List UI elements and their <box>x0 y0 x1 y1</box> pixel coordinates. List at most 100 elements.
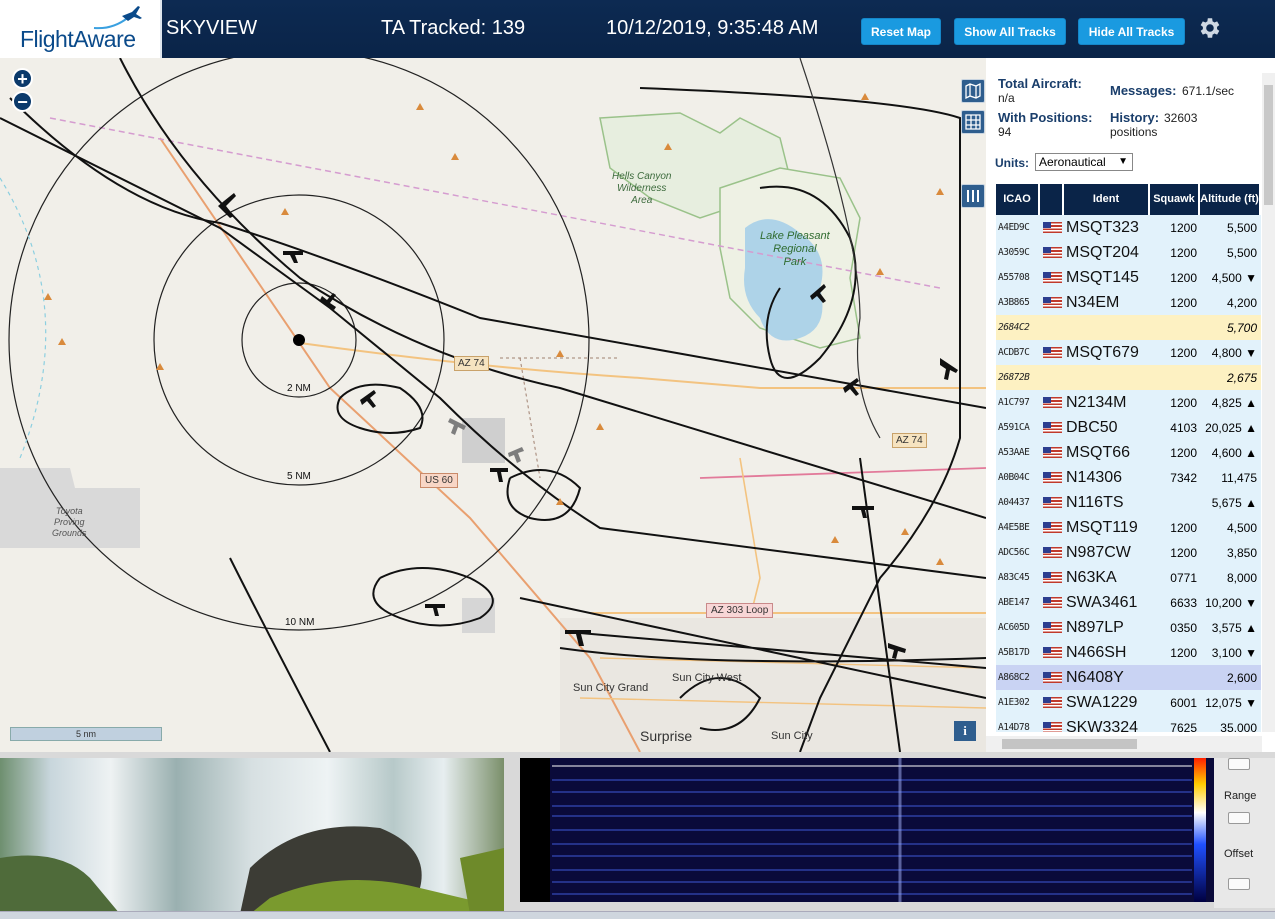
aircraft-panel: Total Aircraft: n/a With Positions: 94 M… <box>986 58 1275 752</box>
map-layers-button[interactable] <box>961 79 985 103</box>
flag-cell <box>1040 622 1064 633</box>
squawk-cell: 4103 <box>1170 420 1197 435</box>
us-flag-icon <box>1042 472 1062 483</box>
aircraft-row[interactable]: ACDB7C MSQT679 1200 4,800 ▼ <box>996 340 1261 365</box>
ident-cell: SKW3324 <box>1066 718 1139 733</box>
with-positions-value: 94 <box>998 125 1012 139</box>
aircraft-row[interactable]: A4ED9C MSQT323 1200 5,500 <box>996 215 1261 240</box>
column-altitude[interactable]: Altitude (ft) <box>1200 184 1261 215</box>
column-icao[interactable]: ICAO <box>996 184 1040 215</box>
spectrogram-margin <box>520 758 550 902</box>
map-info-button[interactable]: i <box>954 721 976 741</box>
altitude-cell: 12,075 ▼ <box>1205 695 1257 710</box>
icao-cell: ABE147 <box>998 597 1030 608</box>
table-vertical-scrollbar[interactable] <box>1262 73 1275 732</box>
total-aircraft-value: n/a <box>998 91 1015 105</box>
aircraft-row[interactable]: AC605D N897LP 0350 3,575 ▲ <box>996 615 1261 640</box>
aircraft-row[interactable]: A868C2 N6408Y 2,600 <box>996 665 1261 690</box>
settings-gear-icon[interactable] <box>1196 15 1222 41</box>
squawk-cell: 7625 <box>1170 720 1197 733</box>
aircraft-row[interactable]: A53AAE MSQT66 1200 4,600 ▲ <box>996 440 1261 465</box>
chevron-down-icon: ▼ <box>1118 156 1128 167</box>
us-flag-icon <box>1042 497 1062 508</box>
altitude-cell: 5,675 ▲ <box>1211 495 1257 510</box>
altitude-cell: 4,825 ▲ <box>1211 395 1257 410</box>
aircraft-row[interactable]: 2684C2 5,700 <box>996 315 1261 340</box>
flag-cell <box>1040 247 1064 258</box>
flag-cell <box>1040 722 1064 732</box>
zoom-out-button[interactable]: − <box>12 91 33 112</box>
squawk-cell: 7342 <box>1170 470 1197 485</box>
squawk-cell: 1200 <box>1170 295 1197 310</box>
icao-cell: A83C45 <box>998 572 1030 583</box>
ident-cell: N14306 <box>1066 468 1123 486</box>
aircraft-row[interactable]: ABE147 SWA3461 6633 10,200 ▼ <box>996 590 1261 615</box>
aircraft-row[interactable]: A3059C MSQT204 1200 5,500 <box>996 240 1261 265</box>
aircraft-row[interactable]: A14D78 SKW3324 7625 35,000 <box>996 715 1261 732</box>
offset-slider[interactable] <box>1228 878 1250 890</box>
icao-cell: A55708 <box>998 272 1030 283</box>
icao-cell: A4ED9C <box>998 222 1030 233</box>
ident-cell: N897LP <box>1066 618 1124 636</box>
us-flag-icon <box>1042 222 1062 233</box>
aircraft-row[interactable]: A1E302 SWA1229 6001 12,075 ▼ <box>996 690 1261 715</box>
map-view[interactable]: Hells Canyon Wilderness Area Lake Pleasa… <box>0 58 986 752</box>
flag-cell <box>1040 572 1064 583</box>
show-all-tracks-button[interactable]: Show All Tracks <box>954 18 1066 45</box>
top-slider[interactable] <box>1228 758 1250 770</box>
sun-city-west-label: Sun City West <box>672 672 742 684</box>
ident-cell: N63KA <box>1066 568 1117 586</box>
hide-all-tracks-button[interactable]: Hide All Tracks <box>1078 18 1185 45</box>
flag-cell <box>1040 672 1064 683</box>
aircraft-row[interactable]: A04437 N116TS 5,675 ▲ <box>996 490 1261 515</box>
squawk-cell: 1200 <box>1170 245 1197 260</box>
ident-cell: N116TS <box>1066 493 1124 511</box>
aircraft-row[interactable]: A591CA DBC50 4103 20,025 ▲ <box>996 415 1261 440</box>
aircraft-row[interactable]: ADC56C N987CW 1200 3,850 <box>996 540 1261 565</box>
hells-canyon-line3: Area <box>631 195 653 206</box>
map-canvas[interactable] <box>0 58 986 752</box>
column-squawk[interactable]: Squawk <box>1150 184 1200 215</box>
aircraft-row[interactable]: A55708 MSQT145 1200 4,500 ▼ <box>996 265 1261 290</box>
aircraft-row[interactable]: A5B17D N466SH 1200 3,100 ▼ <box>996 640 1261 665</box>
column-ident[interactable]: Ident <box>1064 184 1150 215</box>
us-flag-icon <box>1042 672 1062 683</box>
altitude-cell: 4,200 <box>1226 295 1257 310</box>
altitude-cell: 35,000 <box>1220 720 1257 733</box>
toyota-line2: Proving <box>54 517 85 527</box>
reset-map-button[interactable]: Reset Map <box>861 18 941 45</box>
history-label: History: <box>1110 110 1160 125</box>
aircraft-row[interactable]: 26872B 2,675 <box>996 365 1261 390</box>
road-badge-us60: US 60 <box>420 473 458 488</box>
vertical-scroll-thumb[interactable] <box>1264 85 1273 205</box>
aircraft-row[interactable]: A83C45 N63KA 0771 8,000 <box>996 565 1261 590</box>
altitude-cell: 3,575 ▲ <box>1211 620 1257 635</box>
ident-cell: N6408Y <box>1066 668 1124 686</box>
units-select[interactable]: Aeronautical ▼ <box>1035 153 1133 171</box>
toggle-columns-button[interactable] <box>961 184 985 208</box>
map-icon <box>965 83 981 99</box>
column-flag[interactable] <box>1040 184 1064 215</box>
aircraft-row[interactable]: A4E5BE MSQT119 1200 4,500 <box>996 515 1261 540</box>
road-badge-az74: AZ 74 <box>454 356 489 371</box>
aircraft-row[interactable]: A1C797 N2134M 1200 4,825 ▲ <box>996 390 1261 415</box>
flightaware-logo[interactable]: FlightAware <box>0 0 162 58</box>
altitude-cell: 2,675 <box>1226 370 1257 385</box>
altitude-cell: 4,600 ▲ <box>1211 445 1257 460</box>
sun-city-grand-label: Sun City Grand <box>573 682 649 694</box>
icao-cell: A3B865 <box>998 297 1030 308</box>
hells-canyon-label: Hells Canyon Wilderness Area <box>612 171 671 207</box>
aircraft-row[interactable]: A0B04C N14306 7342 11,475 <box>996 465 1261 490</box>
zoom-in-button[interactable]: + <box>12 68 33 89</box>
ident-cell: SWA1229 <box>1066 693 1138 711</box>
ident-cell: N2134M <box>1066 393 1127 411</box>
grid-overlay-button[interactable] <box>961 110 985 134</box>
horizontal-scroll-thumb[interactable] <box>1002 739 1137 749</box>
columns-icon <box>967 190 979 202</box>
aircraft-row[interactable]: A3B865 N34EM 1200 4,200 <box>996 290 1261 315</box>
us-flag-icon <box>1042 697 1062 708</box>
aircraft-table: ICAO Ident Squawk Altitude (ft) A4ED9C MS… <box>996 184 1261 732</box>
desktop-waterfall-image <box>0 758 504 914</box>
table-horizontal-scrollbar[interactable] <box>986 736 1262 752</box>
range-slider[interactable] <box>1228 812 1250 824</box>
